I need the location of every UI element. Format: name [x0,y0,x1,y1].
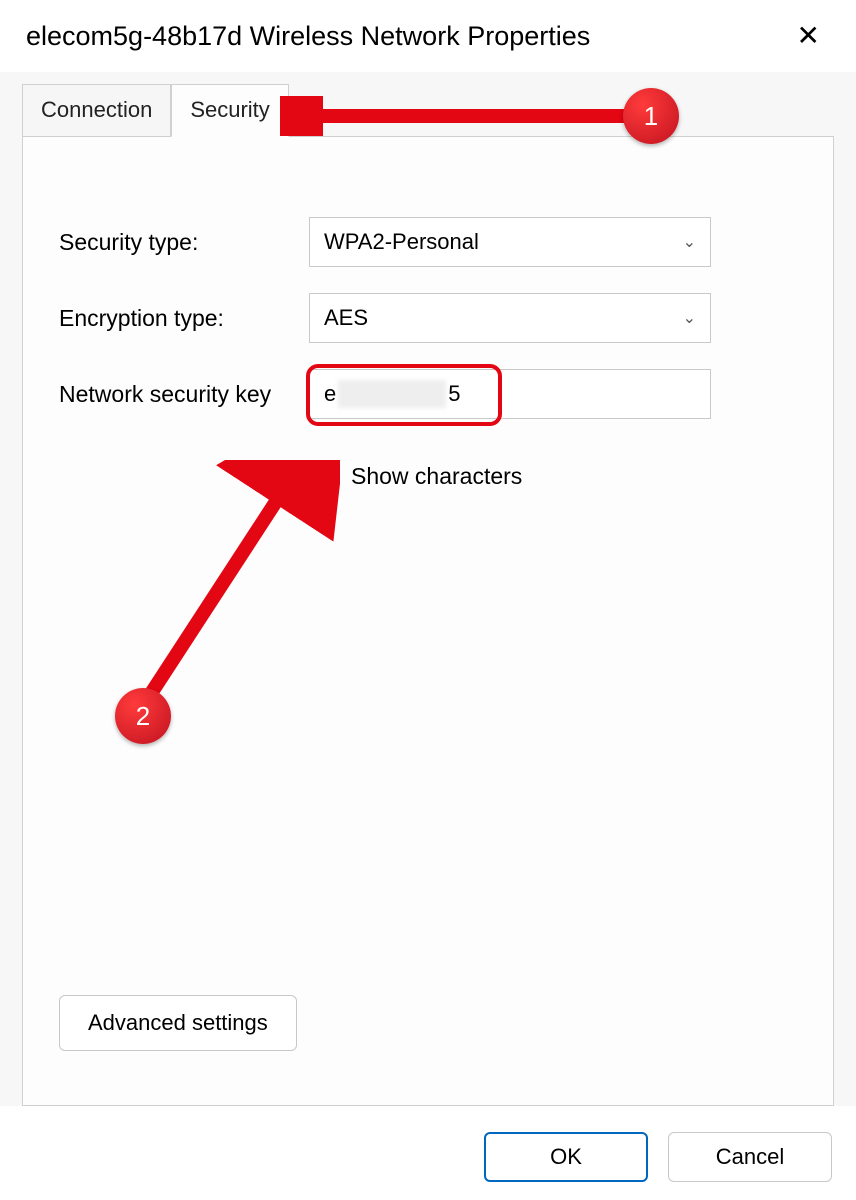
encryption-type-label: Encryption type: [59,305,309,332]
close-icon[interactable]: ✕ [789,18,828,54]
cancel-button[interactable]: Cancel [668,1132,832,1182]
checkmark-icon: ✓ [316,466,333,486]
security-type-label: Security type: [59,229,309,256]
ok-button[interactable]: OK [484,1132,648,1182]
encryption-type-select[interactable]: AES ⌄ [309,293,711,343]
network-key-label: Network security key [59,381,309,408]
show-characters-label: Show characters [351,463,522,490]
row-show-characters: ✓ Show characters [309,461,797,491]
advanced-settings-button[interactable]: Advanced settings [59,995,297,1051]
tabs: Connection Security [0,84,856,136]
dialog-footer: OK Cancel [484,1132,832,1182]
annotation-badge-2: 2 [115,688,171,744]
chevron-down-icon: ⌄ [683,232,696,252]
security-type-select[interactable]: WPA2-Personal ⌄ [309,217,711,267]
tab-security[interactable]: Security [171,84,288,137]
encryption-type-value: AES [324,305,368,331]
tab-container: Connection Security Security type: WPA2-… [0,72,856,1106]
row-encryption-type: Encryption type: AES ⌄ [59,293,797,343]
network-key-input[interactable]: e 5 [309,369,711,419]
row-network-key: Network security key e 5 [59,369,797,419]
window-title: elecom5g-48b17d Wireless Network Propert… [26,21,590,52]
security-type-value: WPA2-Personal [324,229,479,255]
network-key-suffix: 5 [448,381,460,407]
show-characters-checkbox[interactable]: ✓ [309,461,339,491]
row-security-type: Security type: WPA2-Personal ⌄ [59,217,797,267]
annotation-badge-1: 1 [623,88,679,144]
network-key-prefix: e [324,381,336,407]
security-panel: Security type: WPA2-Personal ⌄ Encryptio… [22,136,834,1106]
chevron-down-icon: ⌄ [683,308,696,328]
tab-connection[interactable]: Connection [22,84,171,136]
network-key-redacted [338,380,446,408]
titlebar: elecom5g-48b17d Wireless Network Propert… [0,0,856,72]
